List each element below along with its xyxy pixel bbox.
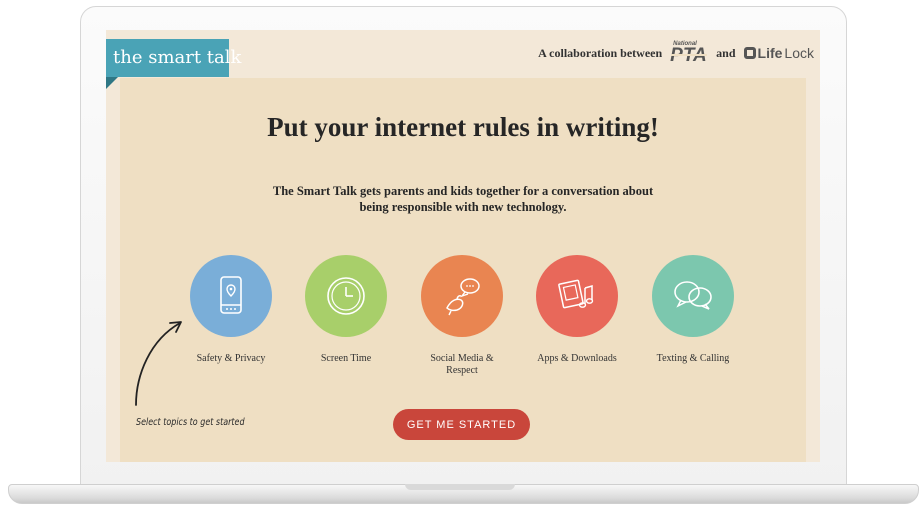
topic-label: Social Media & Respect (407, 353, 517, 377)
topic-social-media-respect[interactable]: Social Media & Respect (407, 255, 517, 377)
laptop-notch (405, 484, 515, 490)
lifelock-logo[interactable]: Life Lock (743, 45, 814, 61)
pta-logo[interactable]: National PTA (670, 41, 708, 65)
phone-location-icon (220, 276, 242, 314)
topic-circle[interactable] (652, 255, 734, 337)
topic-circle[interactable] (305, 255, 387, 337)
bird-chat-icon (446, 278, 480, 316)
topic-label: Screen Time (320, 353, 372, 364)
and-text: and (716, 45, 736, 60)
topic-label: Apps & Downloads (537, 353, 617, 364)
speech-bubbles-icon (674, 281, 712, 310)
topic-circle[interactable] (190, 255, 272, 337)
topic-label: Texting & Calling (656, 353, 730, 364)
brand-logo[interactable]: the smart talk (106, 39, 241, 77)
app-screen: the smart talk A collaboration between N… (106, 30, 820, 462)
brand-ribbon-fold (106, 77, 118, 89)
get-me-started-button[interactable]: GET ME STARTED (393, 409, 530, 440)
subheadline-line-1: The Smart Talk gets parents and kids tog… (272, 184, 654, 198)
pta-logo-stripe (671, 54, 708, 56)
topic-texting-calling[interactable]: Texting & Calling (638, 255, 748, 365)
collaboration-bar: A collaboration between National PTA and… (538, 41, 814, 65)
subheadline-line-2: being responsible with new technology. (359, 200, 567, 214)
lifelock-icon (743, 47, 756, 59)
topic-safety-privacy[interactable]: Safety & Privacy (176, 255, 286, 365)
lifelock-text-bold: Life (757, 45, 783, 61)
select-topics-hint: Select topics to get started (136, 417, 245, 428)
topic-label-line-2: Respect (446, 365, 478, 376)
page-subheadline: The Smart Talk gets parents and kids tog… (106, 183, 820, 215)
topic-label: Safety & Privacy (196, 353, 266, 364)
topic-circle[interactable] (536, 255, 618, 337)
topic-circle[interactable] (421, 255, 503, 337)
topic-apps-downloads[interactable]: Apps & Downloads (522, 255, 632, 365)
hand-drawn-arrow-icon (135, 321, 182, 406)
page-headline: Put your internet rules in writing! (267, 112, 659, 142)
lifelock-text-light: Lock (784, 45, 814, 61)
photo-music-icon (558, 279, 594, 309)
topic-screen-time[interactable]: Screen Time (291, 255, 401, 365)
collab-text: A collaboration between (538, 45, 663, 60)
clock-icon (327, 277, 365, 315)
topic-label-line-1: Social Media & (430, 353, 494, 364)
